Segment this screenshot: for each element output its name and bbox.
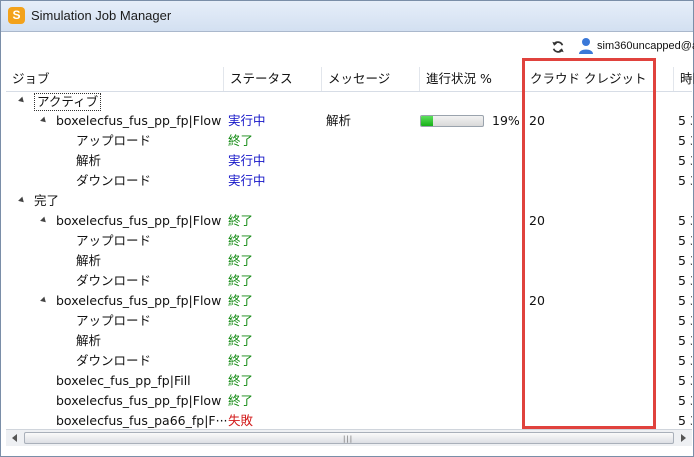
time-value: 5 3: [678, 373, 692, 388]
status-text: 終了: [228, 233, 254, 248]
table-row[interactable]: ダウンロード 終了 5 3: [6, 271, 692, 291]
grid-header: ジョブステータスメッセージ進行状況 %クラウド クレジット時間: [6, 67, 694, 92]
column-header-job[interactable]: ジョブ: [6, 67, 224, 91]
status-text: 終了: [228, 333, 254, 348]
job-name: ダウンロード: [76, 273, 152, 288]
job-name: boxelecfus_fus_pp_fp|Flow: [56, 393, 222, 408]
column-header-message[interactable]: メッセージ: [322, 67, 420, 91]
time-value: 5 3: [678, 393, 692, 408]
cloud-credits-value: 20: [529, 213, 545, 228]
expand-arrow-icon[interactable]: [18, 196, 26, 205]
job-name: boxelec_fus_pp_fp|Fill: [56, 373, 191, 388]
status-text: 終了: [228, 253, 254, 268]
job-name: boxelecfus_fus_pp_fp|Flow: [56, 213, 222, 228]
status-text: 終了: [228, 133, 254, 148]
job-name: アップロード: [76, 133, 152, 148]
status-text: 失敗: [228, 413, 254, 428]
chevron-left-icon: [12, 434, 17, 442]
scroll-right-button[interactable]: [675, 430, 692, 446]
table-row[interactable]: 解析 終了 5 3: [6, 331, 692, 351]
table-row[interactable]: 解析 実行中 5 3: [6, 151, 692, 171]
table-row[interactable]: アップロード 終了 5 3: [6, 131, 692, 151]
refresh-icon[interactable]: [551, 40, 565, 54]
status-text: 終了: [228, 293, 254, 308]
time-value: 5 3: [678, 253, 692, 268]
title-bar: S Simulation Job Manager: [1, 1, 693, 32]
column-header-status[interactable]: ステータス: [224, 67, 322, 91]
table-row[interactable]: 完了: [6, 191, 692, 211]
app-icon: S: [8, 7, 25, 24]
table-row[interactable]: boxelecfus_fus_pp_fp|Flow 終了 20 5 3: [6, 291, 692, 311]
status-text: 終了: [228, 213, 254, 228]
table-row[interactable]: ダウンロード 終了 5 3: [6, 351, 692, 371]
table-row[interactable]: アップロード 終了 5 3: [6, 231, 692, 251]
cloud-credits-value: 20: [529, 293, 545, 308]
job-name: アップロード: [76, 313, 152, 328]
job-name: boxelecfus_fus_pp_fp|Flow: [56, 293, 222, 308]
table-row[interactable]: アップロード 終了 5 3: [6, 311, 692, 331]
table-row[interactable]: boxelecfus_fus_pa66_fp|F···失敗 5 3: [6, 411, 692, 429]
time-value: 5 3: [678, 233, 692, 248]
table-row[interactable]: boxelecfus_fus_pp_fp|Flow 終了 5 3: [6, 391, 692, 411]
job-name: アクティブ: [34, 93, 102, 111]
job-name: 完了: [34, 193, 60, 208]
status-text: 終了: [228, 353, 254, 368]
progress-percent: 19%: [492, 113, 520, 128]
time-value: 5 3: [678, 413, 692, 428]
status-text: 終了: [228, 373, 254, 388]
job-name: boxelecfus_fus_pa66_fp|F···: [56, 413, 228, 428]
grip-icon: |||: [343, 435, 354, 443]
status-text: 実行中: [228, 173, 266, 188]
time-value: 5 3: [678, 293, 692, 308]
table-row[interactable]: アクティブ: [6, 91, 692, 111]
expand-arrow-icon[interactable]: [18, 96, 26, 105]
time-value: 5 3: [678, 273, 692, 288]
time-value: 5 3: [678, 333, 692, 348]
job-name: boxelecfus_fus_pp_fp|Flow: [56, 113, 222, 128]
table-row[interactable]: boxelec_fus_pp_fp|Fill 終了 5 3: [6, 371, 692, 391]
scroll-left-button[interactable]: [6, 430, 23, 446]
time-value: 5 3: [678, 213, 692, 228]
table-row[interactable]: 解析 終了 5 3: [6, 251, 692, 271]
chevron-right-icon: [681, 434, 686, 442]
column-header-time[interactable]: 時間: [674, 67, 694, 91]
time-value: 5 3: [678, 173, 692, 188]
job-tree-grid: アクティブ boxelecfus_fus_pp_fp|Flow 実行中 解析 19% 20…: [6, 91, 692, 429]
time-value: 5 3: [678, 153, 692, 168]
expand-arrow-icon[interactable]: [40, 296, 48, 305]
progress-bar-fill: [421, 116, 433, 126]
time-value: 5 3: [678, 313, 692, 328]
user-account[interactable]: sim360uncapped@a: [597, 40, 694, 52]
status-text: 実行中: [228, 153, 266, 168]
column-header-credits[interactable]: クラウド クレジット: [524, 67, 674, 91]
job-name: ダウンロード: [76, 173, 152, 188]
job-manager-window: S Simulation Job Manager sim360uncapped@…: [0, 0, 694, 457]
table-row[interactable]: ダウンロード 実行中 5 3: [6, 171, 692, 191]
user-icon: [579, 38, 593, 54]
message-text: 解析: [326, 113, 352, 128]
expand-arrow-icon[interactable]: [40, 116, 48, 125]
window-title: Simulation Job Manager: [31, 8, 172, 23]
cloud-credits-value: 20: [529, 113, 545, 128]
table-row[interactable]: boxelecfus_fus_pp_fp|Flow 実行中 解析 19% 20 5 3: [6, 111, 692, 131]
table-row[interactable]: boxelecfus_fus_pp_fp|Flow 終了 20 5 3: [6, 211, 692, 231]
time-value: 5 3: [678, 133, 692, 148]
expand-arrow-icon[interactable]: [40, 216, 48, 225]
horizontal-scrollbar[interactable]: |||: [6, 429, 692, 446]
job-name: 解析: [76, 333, 102, 348]
status-text: 実行中: [228, 113, 266, 128]
status-text: 終了: [228, 273, 254, 288]
job-name: アップロード: [76, 233, 152, 248]
status-text: 終了: [228, 313, 254, 328]
scrollbar-thumb[interactable]: |||: [24, 432, 674, 444]
job-name: 解析: [76, 153, 102, 168]
time-value: 5 3: [678, 113, 692, 128]
time-value: 5 3: [678, 353, 692, 368]
toolbar: sim360uncapped@a: [1, 32, 694, 60]
status-text: 終了: [228, 393, 254, 408]
job-name: 解析: [76, 253, 102, 268]
job-name: ダウンロード: [76, 353, 152, 368]
column-header-progress[interactable]: 進行状況 %: [420, 67, 524, 91]
progress-bar: [420, 115, 484, 127]
